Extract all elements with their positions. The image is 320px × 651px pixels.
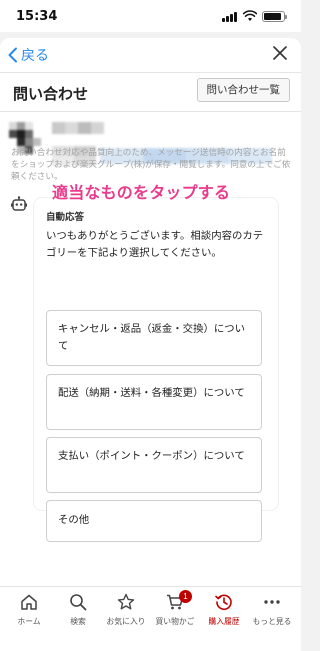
more-icon xyxy=(264,600,280,604)
privacy-notice: お問い合わせ対応や品質向上のため、メッセージ送信時の内容とお名前をショップおよび… xyxy=(11,147,291,181)
home-icon xyxy=(21,594,37,610)
nav-bar: 戻る xyxy=(0,38,301,72)
auto-reply-header: 自動応答 xyxy=(46,212,85,223)
chevron-left-icon xyxy=(8,47,17,63)
tab-purchase-history[interactable]: 購入履歴 xyxy=(199,593,249,627)
bottom-tab-bar: ホーム 検索 お気に入り 1 買い物かご 購入履歴 もっと見る xyxy=(0,586,301,651)
option-other[interactable]: その他 xyxy=(46,500,262,542)
tab-purchase-history-label: 購入履歴 xyxy=(208,617,240,626)
tab-more-label: もっと見る xyxy=(252,617,292,626)
header: 問い合わせ 問い合わせ一覧 xyxy=(0,72,301,112)
cart-count-badge: 1 xyxy=(179,590,192,603)
tab-search[interactable]: 検索 xyxy=(53,593,103,627)
tab-home-label: ホーム xyxy=(17,617,41,626)
tab-cart[interactable]: 1 買い物かご xyxy=(150,590,200,627)
search-icon xyxy=(70,594,87,611)
back-label: 戻る xyxy=(21,47,49,63)
status-bar: 15:34 xyxy=(0,0,301,32)
auto-reply-bubble: 自動応答 いつもありがとうございます。相談内容のカテゴリーを下記より選択してくだ… xyxy=(34,198,278,542)
tab-favorites[interactable]: お気に入り xyxy=(101,593,151,627)
inquiry-list-button[interactable]: 問い合わせ一覧 xyxy=(196,78,290,102)
star-icon xyxy=(117,593,135,610)
option-cancel-return[interactable]: キャンセル・返品（返金・交換）について xyxy=(46,310,262,366)
tab-search-label: 検索 xyxy=(70,617,86,626)
tab-more[interactable]: もっと見る xyxy=(247,593,297,627)
battery-icon xyxy=(262,11,287,22)
auto-reply-message: いつもありがとうございます。相談内容のカテゴリーを下記より選択してください。 xyxy=(46,231,264,259)
back-button[interactable]: 戻る xyxy=(7,45,49,65)
close-icon[interactable] xyxy=(273,46,287,60)
cellular-signal-icon xyxy=(222,12,238,22)
wifi-icon xyxy=(243,10,257,21)
history-icon xyxy=(215,594,232,611)
tap-instruction-overlay: 適当なものをタップする xyxy=(52,183,231,202)
tab-cart-label: 買い物かご xyxy=(155,617,195,626)
tab-home[interactable]: ホーム xyxy=(4,593,54,627)
option-payment[interactable]: 支払い（ポイント・クーポン）について xyxy=(46,437,262,493)
option-shipping[interactable]: 配送（納期・送料・各種変更）について xyxy=(46,374,262,430)
tab-favorites-label: お気に入り xyxy=(106,617,146,626)
bot-icon xyxy=(11,196,27,211)
shop-name-mosaic xyxy=(52,122,104,134)
status-time: 15:34 xyxy=(16,9,58,24)
page-title: 問い合わせ xyxy=(13,86,89,103)
